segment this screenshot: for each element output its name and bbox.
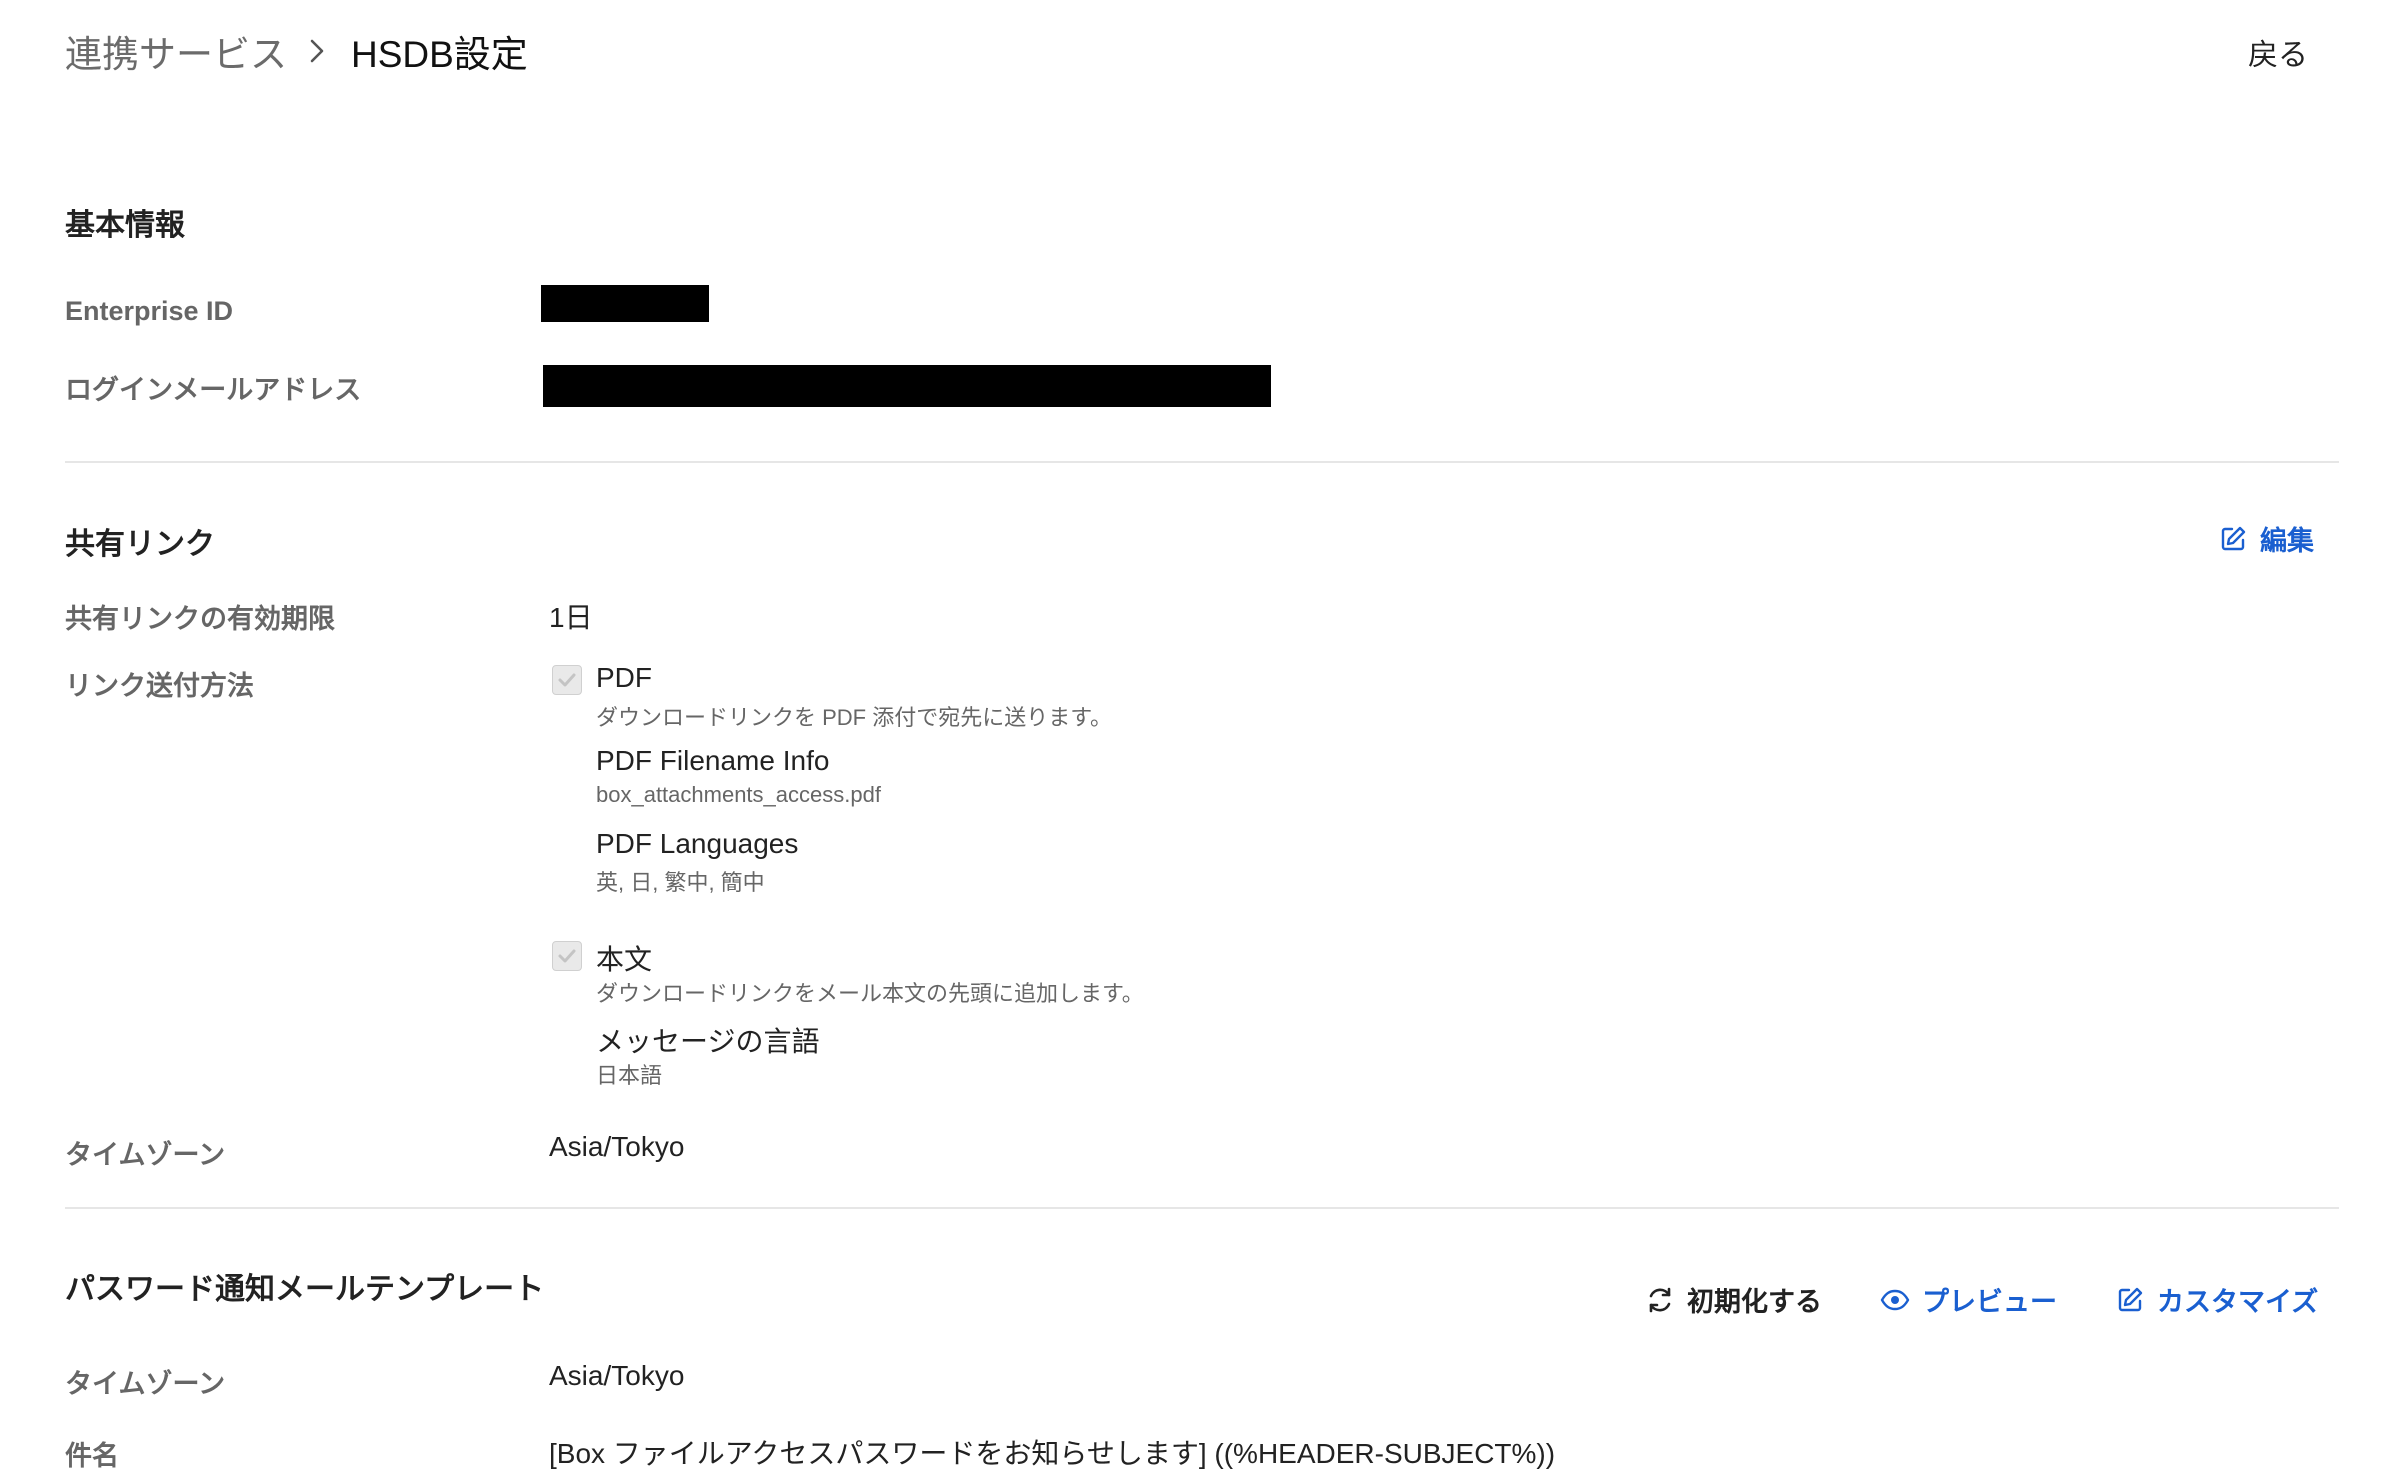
- pdf-languages-value: 英, 日, 繁中, 簡中: [596, 870, 765, 895]
- pdf-languages-title: PDF Languages: [596, 828, 799, 859]
- reset-template-button[interactable]: 初期化する: [1645, 1280, 1822, 1319]
- customize-label: カスタマイズ: [2157, 1287, 2319, 1317]
- section-title-password-template: パスワード通知メールテンプレート: [65, 1273, 545, 1306]
- eye-icon: [1880, 1285, 1910, 1315]
- check-icon: [558, 673, 576, 687]
- message-language-value: 日本語: [596, 1063, 663, 1088]
- timezone-value: Asia/Tokyo: [549, 1131, 685, 1162]
- expiry-value: 1日: [549, 602, 593, 633]
- edit-label: 編集: [2260, 526, 2314, 556]
- pdf-filename-title: PDF Filename Info: [596, 745, 830, 776]
- enterprise-id-label: Enterprise ID: [65, 296, 234, 326]
- login-email-value-redacted: [543, 365, 1271, 407]
- subject-label: 件名: [65, 1441, 119, 1471]
- divider: [65, 1207, 2339, 1209]
- template-timezone-value: Asia/Tokyo: [549, 1360, 685, 1391]
- pdf-checkbox[interactable]: [552, 665, 582, 695]
- pdf-filename-value: box_attachments_access.pdf: [596, 782, 881, 807]
- check-icon: [558, 949, 576, 963]
- page-title: HSDB設定: [351, 34, 528, 75]
- message-language-title: メッセージの言語: [596, 1026, 820, 1057]
- refresh-icon: [1645, 1285, 1675, 1315]
- expiry-label: 共有リンクの有効期限: [65, 604, 335, 634]
- subject-value: [Box ファイルアクセスパスワードをお知らせします] ((%HEADER-SU…: [549, 1438, 1556, 1469]
- enterprise-id-value-redacted: [541, 285, 709, 322]
- reset-label: 初期化する: [1687, 1287, 1822, 1317]
- chevron-right-icon: [301, 35, 333, 67]
- body-option-desc: ダウンロードリンクをメール本文の先頭に追加します。: [596, 981, 1144, 1006]
- edit-icon: [2115, 1285, 2145, 1315]
- edit-icon: [2218, 524, 2248, 554]
- body-option-title: 本文: [596, 944, 653, 975]
- divider: [65, 461, 2339, 463]
- timezone-label: タイムゾーン: [65, 1140, 226, 1170]
- section-title-shared-link: 共有リンク: [65, 528, 215, 561]
- breadcrumb-parent[interactable]: 連携サービス: [65, 24, 287, 78]
- pdf-option-title: PDF: [596, 662, 652, 693]
- template-timezone-label: タイムゾーン: [65, 1369, 226, 1399]
- back-button[interactable]: 戻る: [2248, 30, 2308, 74]
- login-email-label: ログインメールアドレス: [65, 375, 362, 405]
- body-checkbox[interactable]: [552, 941, 582, 971]
- breadcrumb: 連携サービス HSDB設定: [65, 24, 528, 78]
- preview-label: プレビュー: [1922, 1287, 2057, 1317]
- preview-template-button[interactable]: プレビュー: [1880, 1280, 2057, 1319]
- section-title-basic-info: 基本情報: [65, 209, 185, 242]
- pdf-option-desc: ダウンロードリンクを PDF 添付で宛先に送ります。: [596, 705, 1113, 730]
- customize-template-button[interactable]: カスタマイズ: [2115, 1280, 2318, 1319]
- edit-shared-link-button[interactable]: 編集: [2218, 519, 2314, 558]
- send-method-label: リンク送付方法: [65, 671, 254, 701]
- page: 連携サービス HSDB設定 戻る 基本情報 Enterprise ID ログイン…: [0, 0, 2390, 1471]
